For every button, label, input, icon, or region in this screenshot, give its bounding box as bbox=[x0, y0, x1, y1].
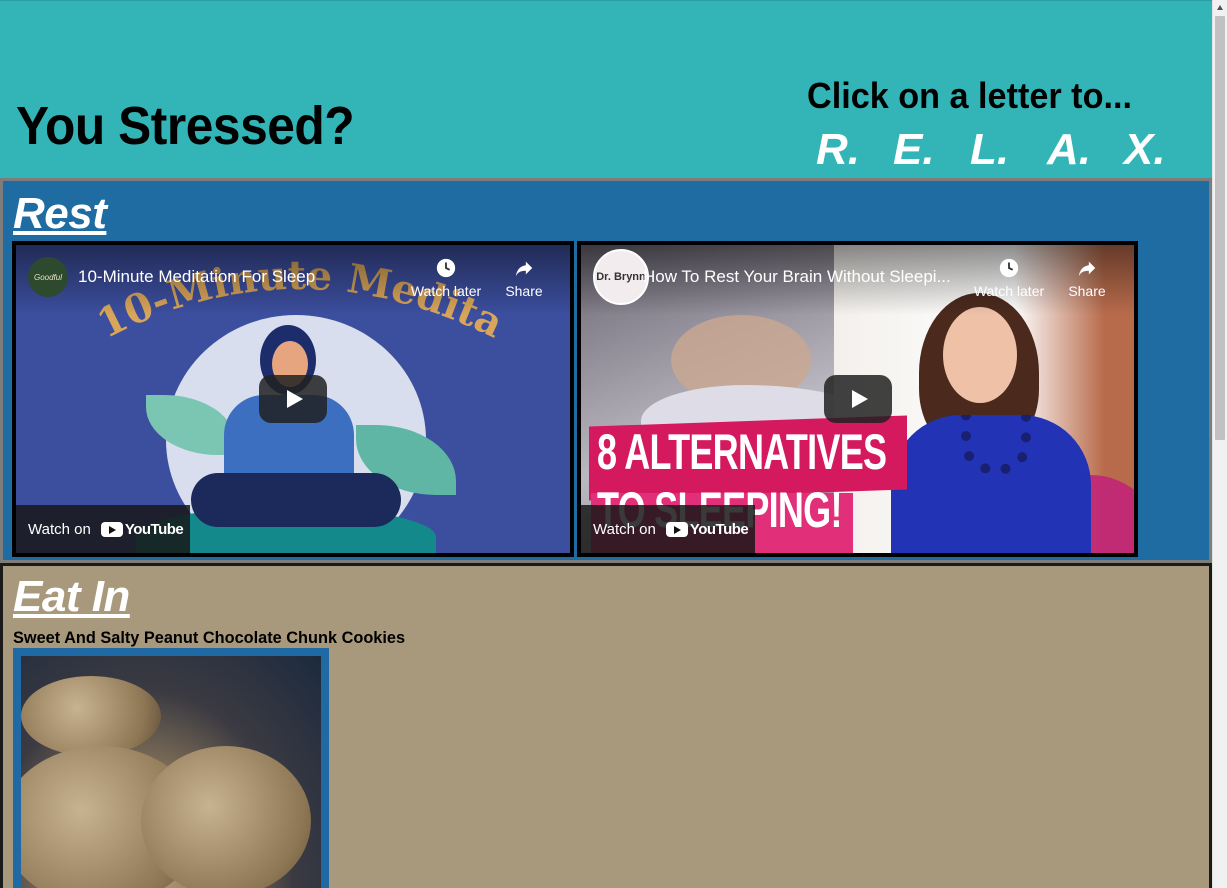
video-embed-meditation[interactable]: 10-Minute Meditation Goodful 10-Minute M… bbox=[12, 241, 574, 557]
eat-in-heading[interactable]: Eat In bbox=[13, 572, 130, 622]
share-button[interactable]: Share bbox=[484, 257, 564, 299]
video-embed-rest-brain[interactable]: 8 ALTERNATIVES TO SLEEPING! Dr. Brynn Ho… bbox=[577, 241, 1138, 557]
youtube-play-icon bbox=[100, 521, 123, 537]
thumbnail-headline: 8 ALTERNATIVES bbox=[597, 424, 887, 480]
eat-in-section: Eat In Sweet And Salty Peanut Chocolate … bbox=[0, 563, 1212, 888]
figure-legs bbox=[191, 473, 401, 527]
rest-section: Rest 10-Minute Meditation Goodful 10-Min… bbox=[0, 178, 1212, 563]
letter-link-a[interactable]: A. bbox=[1047, 125, 1124, 175]
youtube-logo: YouTube bbox=[665, 520, 749, 538]
vertical-scrollbar[interactable] bbox=[1212, 0, 1227, 888]
cookie-shape bbox=[21, 676, 161, 756]
site-title: You Stressed? bbox=[16, 96, 355, 156]
recipe-title: Sweet And Salty Peanut Chocolate Chunk C… bbox=[13, 628, 406, 647]
scrollbar-thumb[interactable] bbox=[1215, 16, 1225, 440]
watch-later-button[interactable]: Watch later bbox=[406, 257, 486, 299]
play-button[interactable] bbox=[259, 375, 327, 423]
recipe-photo bbox=[21, 656, 321, 888]
channel-avatar[interactable]: Dr. Brynn bbox=[593, 249, 649, 305]
letter-link-r[interactable]: R. bbox=[816, 125, 893, 175]
youtube-play-icon bbox=[665, 521, 688, 537]
video-title[interactable]: 10-Minute Meditation For Sleep bbox=[78, 267, 315, 287]
watch-later-button[interactable]: Watch later bbox=[969, 257, 1049, 299]
clock-icon bbox=[999, 258, 1019, 278]
watch-on-youtube-button[interactable]: Watch on YouTube bbox=[16, 505, 190, 553]
youtube-wordmark: YouTube bbox=[689, 520, 749, 538]
play-button[interactable] bbox=[823, 375, 892, 423]
page: You Stressed? Click on a letter to... R.… bbox=[0, 0, 1212, 888]
video-title[interactable]: How To Rest Your Brain Without Sleepi... bbox=[643, 267, 951, 287]
relax-letter-nav: R. E. L. A. X. bbox=[816, 125, 1201, 175]
scroll-up-arrow-icon[interactable] bbox=[1213, 0, 1227, 15]
watch-on-label: Watch on bbox=[593, 520, 656, 538]
watch-later-label: Watch later bbox=[973, 283, 1045, 299]
clock-icon bbox=[436, 258, 456, 278]
site-header: You Stressed? Click on a letter to... R.… bbox=[0, 0, 1212, 178]
youtube-wordmark: YouTube bbox=[124, 520, 184, 538]
letter-link-e[interactable]: E. bbox=[893, 125, 970, 175]
share-icon bbox=[1078, 261, 1096, 277]
watch-on-youtube-button[interactable]: Watch on YouTube bbox=[581, 505, 755, 553]
watch-later-label: Watch later bbox=[410, 283, 482, 299]
share-button[interactable]: Share bbox=[1047, 257, 1127, 299]
watch-on-label: Watch on bbox=[28, 520, 91, 538]
share-label: Share bbox=[1068, 283, 1106, 299]
relax-prompt: Click on a letter to... bbox=[807, 75, 1132, 116]
letter-link-x[interactable]: X. bbox=[1124, 125, 1201, 175]
recipe-image-frame[interactable] bbox=[13, 648, 329, 888]
presenter-face bbox=[943, 307, 1017, 403]
letter-link-l[interactable]: L. bbox=[970, 125, 1047, 175]
rest-heading[interactable]: Rest bbox=[13, 189, 107, 239]
share-label: Share bbox=[505, 283, 543, 299]
share-icon bbox=[515, 261, 533, 277]
channel-avatar[interactable]: Goodful bbox=[28, 257, 68, 297]
presenter-necklace bbox=[961, 415, 1031, 475]
cookie-shape bbox=[141, 746, 311, 888]
youtube-logo: YouTube bbox=[100, 520, 184, 538]
